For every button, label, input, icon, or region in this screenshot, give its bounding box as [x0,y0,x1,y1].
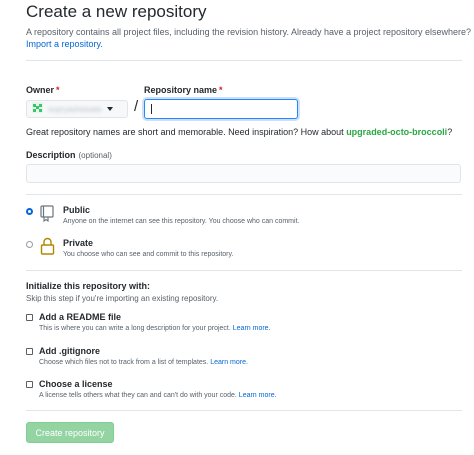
owner-select[interactable]: supryashewate [26,100,128,118]
choose-license-desc: A license tells others what they can and… [39,392,277,399]
visibility-public-radio[interactable] [26,208,33,215]
choose-license-title: Choose a license [39,379,113,389]
description-input[interactable] [26,164,461,183]
visibility-private-desc: You choose who can see and commit to thi… [63,251,234,258]
repo-icon [40,205,55,227]
owner-avatar-icon [32,100,43,118]
owner-name: supryashewate [48,104,102,114]
chevron-down-icon [106,107,113,111]
gitignore-learn-more-link[interactable]: Learn more. [210,359,248,366]
divider [26,194,462,195]
add-readme-title: Add a README file [39,312,122,322]
choose-license-checkbox[interactable] [26,381,33,388]
readme-learn-more-link[interactable]: Learn more. [233,325,271,332]
visibility-private-radio[interactable] [26,241,33,248]
owner-label: Owner * [26,85,60,95]
visibility-public-title: Public [63,205,91,215]
page-subtitle: A repository contains all project files,… [26,27,472,37]
divider [26,270,462,271]
name-hint: Great repository names are short and mem… [26,127,453,137]
initialize-heading: Initialize this repository with: [26,281,151,291]
description-label: Description (optional) [26,150,112,160]
divider [26,410,462,411]
lock-icon [40,237,55,260]
name-suggestion-link[interactable]: upgraded-octo-broccoli [346,127,447,137]
divider [26,60,462,61]
add-gitignore-desc: Choose which files not to track from a l… [39,359,248,366]
repository-name-input[interactable] [144,99,298,119]
license-learn-more-link[interactable]: Learn more. [239,392,277,399]
visibility-private-title: Private [63,238,94,248]
owner-repo-separator: / [134,98,139,115]
add-readme-checkbox[interactable] [26,314,33,321]
page-title: Create a new repository [26,2,207,21]
initialize-subheading: Skip this step if you're importing an ex… [26,294,219,303]
add-gitignore-checkbox[interactable] [26,348,33,355]
repository-name-label: Repository name * [144,85,223,95]
text-cursor [151,104,152,114]
add-readme-desc: This is where you can write a long descr… [39,325,271,332]
add-gitignore-title: Add .gitignore [39,346,100,356]
create-repository-button[interactable]: Create repository [26,422,114,443]
import-repository-link[interactable]: Import a repository. [26,39,103,49]
visibility-public-desc: Anyone on the internet can see this repo… [63,218,300,225]
